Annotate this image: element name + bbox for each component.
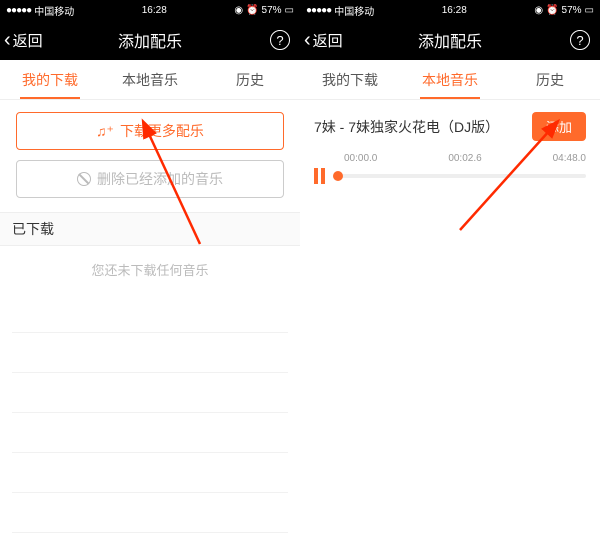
music-note-icon: ♫⁺ (96, 123, 114, 140)
list-item (12, 453, 288, 493)
help-button[interactable]: ? (270, 30, 290, 50)
back-label: 返回 (13, 30, 43, 51)
download-more-label: 下载更多配乐 (120, 121, 204, 141)
song-title: 7妹 - 7妹独家火花电（DJ版） (314, 117, 499, 137)
chevron-left-icon: ‹ (304, 30, 311, 50)
empty-state-text: 您还未下载任何音乐 (0, 246, 300, 293)
battery-icon: ▭ (285, 5, 294, 16)
list-item (12, 333, 288, 373)
content-left: ♫⁺ 下载更多配乐 删除已经添加的音乐 已下载 您还未下载任何音乐 (0, 100, 300, 533)
add-button[interactable]: 添加 (532, 112, 586, 141)
phone-left: ●●●●● 中国移动 16:28 ◉ ⏰ 57% ▭ ‹ 返回 添加配乐 ? 我… (0, 0, 300, 533)
list-item (12, 373, 288, 413)
pause-icon (314, 168, 318, 184)
status-bar: ●●●●● 中国移动 16:28 ◉ ⏰ 57% ▭ (0, 0, 300, 20)
battery-pct: 57% (562, 5, 582, 16)
signal-dots-icon: ●●●●● (6, 5, 31, 16)
time-current: 00:02.6 (448, 153, 481, 164)
tab-local-music[interactable]: 本地音乐 (400, 60, 500, 99)
time-row: 00:00.0 00:02.6 04:48.0 (314, 153, 586, 168)
back-button[interactable]: ‹ 返回 (300, 30, 343, 51)
content-right: 7妹 - 7妹独家火花电（DJ版） 添加 00:00.0 00:02.6 04:… (300, 100, 600, 533)
status-bar: ●●●●● 中国移动 16:28 ◉ ⏰ 57% ▭ (300, 0, 600, 20)
tab-history[interactable]: 历史 (500, 60, 600, 99)
chevron-left-icon: ‹ (4, 30, 11, 50)
nav-bar: ‹ 返回 添加配乐 ? (300, 20, 600, 60)
delete-added-label: 删除已经添加的音乐 (97, 169, 223, 189)
download-more-button[interactable]: ♫⁺ 下载更多配乐 (16, 112, 284, 150)
tab-my-downloads[interactable]: 我的下载 (300, 60, 400, 99)
page-title: 添加配乐 (118, 28, 182, 52)
compass-icon: ◉ (234, 5, 243, 16)
battery-icon: ▭ (585, 5, 594, 16)
audio-player: 00:00.0 00:02.6 04:48.0 (300, 149, 600, 194)
help-icon: ? (576, 33, 583, 48)
back-label: 返回 (313, 30, 343, 51)
tab-history[interactable]: 历史 (200, 60, 300, 99)
carrier-label: 中国移动 (334, 3, 374, 18)
tab-my-downloads[interactable]: 我的下载 (0, 60, 100, 99)
time-end: 04:48.0 (553, 153, 586, 164)
status-time: 16:28 (142, 5, 167, 16)
battery-pct: 57% (262, 5, 282, 16)
alarm-icon: ⏰ (546, 5, 558, 16)
alarm-icon: ⏰ (246, 5, 258, 16)
back-button[interactable]: ‹ 返回 (0, 30, 43, 51)
song-row: 7妹 - 7妹独家火花电（DJ版） 添加 (300, 100, 600, 149)
progress-thumb[interactable] (333, 171, 343, 181)
phone-right: ●●●●● 中国移动 16:28 ◉ ⏰ 57% ▭ ‹ 返回 添加配乐 ? 我… (300, 0, 600, 533)
signal-dots-icon: ●●●●● (306, 5, 331, 16)
status-time: 16:28 (442, 5, 467, 16)
list-item (12, 293, 288, 333)
tab-local-music[interactable]: 本地音乐 (100, 60, 200, 99)
no-entry-icon (77, 172, 91, 186)
tabs: 我的下载 本地音乐 历史 (300, 60, 600, 100)
pause-button[interactable] (314, 168, 325, 184)
carrier-label: 中国移动 (34, 3, 74, 18)
tabs: 我的下载 本地音乐 历史 (0, 60, 300, 100)
list-item (12, 413, 288, 453)
downloaded-section-header: 已下载 (0, 212, 300, 246)
help-button[interactable]: ? (570, 30, 590, 50)
list-item (12, 493, 288, 533)
time-start: 00:00.0 (344, 153, 377, 164)
nav-bar: ‹ 返回 添加配乐 ? (0, 20, 300, 60)
page-title: 添加配乐 (418, 28, 482, 52)
progress-track[interactable] (335, 174, 586, 178)
delete-added-button[interactable]: 删除已经添加的音乐 (16, 160, 284, 198)
compass-icon: ◉ (534, 5, 543, 16)
help-icon: ? (276, 33, 283, 48)
pause-icon (321, 168, 325, 184)
